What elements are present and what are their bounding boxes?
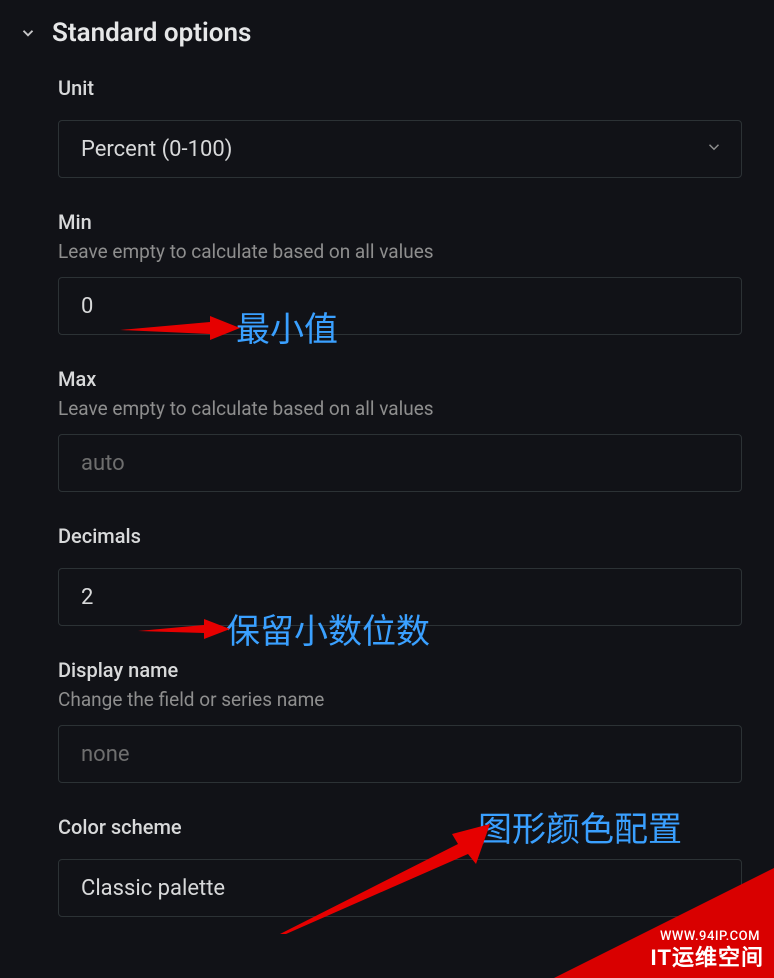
color-scheme-label: Color scheme: [58, 815, 742, 839]
display-name-input[interactable]: none: [58, 725, 742, 783]
decimals-input[interactable]: 2: [58, 568, 742, 626]
unit-value: Percent (0-100): [81, 137, 232, 162]
min-desc: Leave empty to calculate based on all va…: [58, 240, 742, 263]
display-name-placeholder: none: [81, 742, 130, 767]
unit-label: Unit: [58, 76, 742, 100]
unit-select[interactable]: Percent (0-100): [58, 120, 742, 178]
min-label: Min: [58, 210, 742, 234]
decimals-value: 2: [81, 585, 93, 610]
min-input[interactable]: 0: [58, 277, 742, 335]
field-display-name: Display name Change the field or series …: [58, 658, 742, 783]
max-placeholder: auto: [81, 451, 125, 476]
chevron-down-icon[interactable]: [18, 23, 38, 43]
section-header[interactable]: Standard options: [18, 18, 756, 48]
chevron-down-icon: [705, 137, 723, 162]
field-decimals: Decimals 2: [58, 524, 742, 626]
max-label: Max: [58, 367, 742, 391]
field-max: Max Leave empty to calculate based on al…: [58, 367, 742, 492]
min-value: 0: [81, 294, 93, 319]
color-scheme-value: Classic palette: [81, 876, 225, 901]
display-name-label: Display name: [58, 658, 742, 682]
max-input[interactable]: auto: [58, 434, 742, 492]
display-name-desc: Change the field or series name: [58, 688, 742, 711]
standard-options-panel: Standard options Unit Percent (0-100) Mi…: [0, 0, 774, 935]
max-desc: Leave empty to calculate based on all va…: [58, 397, 742, 420]
field-unit: Unit Percent (0-100): [58, 76, 742, 178]
section-title: Standard options: [52, 18, 251, 48]
field-min: Min Leave empty to calculate based on al…: [58, 210, 742, 335]
decimals-label: Decimals: [58, 524, 742, 548]
watermark-text: IT运维空间: [650, 940, 764, 972]
